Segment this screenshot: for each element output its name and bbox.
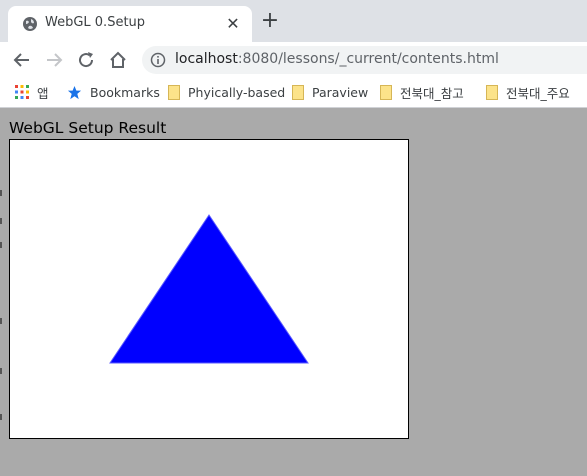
blue-triangle	[109, 214, 309, 364]
url-text[interactable]: localhost:8080/lessons/_current/contents…	[175, 51, 499, 67]
edge-mark	[0, 218, 2, 224]
tab-title: WebGL 0.Setup	[45, 15, 146, 30]
page-heading: WebGL Setup Result	[9, 119, 167, 137]
webgl-canvas	[9, 139, 409, 439]
url-host: localhost	[175, 51, 238, 67]
bookmark-apps[interactable]: 앱	[15, 82, 49, 102]
bookmark-label: Paraview	[312, 84, 369, 100]
bookmark-label: 전북대_주요	[506, 85, 570, 101]
info-icon[interactable]	[150, 52, 166, 68]
url-path: :8080/lessons/_current/contents.html	[237, 51, 499, 67]
bookmark-bookmarks[interactable]: Bookmarks	[67, 82, 160, 102]
apps-grid-icon	[15, 85, 29, 99]
forward-arrow-icon[interactable]	[44, 50, 64, 70]
folder-icon	[486, 84, 498, 100]
address-bar[interactable]: localhost:8080/lessons/_current/contents…	[142, 46, 587, 74]
globe-icon	[23, 17, 37, 31]
folder-icon	[380, 84, 392, 100]
bookmark-label: 전북대_참고	[400, 85, 464, 101]
reload-icon[interactable]	[76, 50, 96, 70]
folder-icon	[292, 84, 304, 100]
star-icon	[67, 85, 82, 99]
bookmarks-bar: 앱 Bookmarks Phyically-based Paraview 전북대…	[0, 78, 587, 108]
browser-toolbar: localhost:8080/lessons/_current/contents…	[0, 42, 587, 78]
new-tab-button[interactable]: +	[260, 10, 280, 32]
canvas-drawing	[109, 214, 309, 364]
bookmark-folder-jbnu-main[interactable]: 전북대_주요	[486, 82, 570, 102]
back-arrow-icon[interactable]	[12, 50, 32, 70]
bookmark-folder-paraview[interactable]: Paraview	[292, 82, 368, 102]
edge-mark	[0, 414, 2, 420]
tab-strip: WebGL 0.Setup ✕ +	[0, 0, 587, 42]
folder-icon	[168, 84, 180, 100]
bookmark-folder-phyically-based[interactable]: Phyically-based	[168, 82, 285, 102]
edge-mark	[0, 318, 2, 324]
bookmark-label: Bookmarks	[90, 84, 160, 100]
edge-mark	[0, 368, 2, 374]
browser-tab[interactable]: WebGL 0.Setup ✕	[8, 6, 252, 42]
close-tab-icon[interactable]: ✕	[224, 15, 242, 33]
bookmark-label: 앱	[37, 85, 49, 101]
home-icon[interactable]	[108, 50, 128, 70]
bookmark-label: Phyically-based	[188, 84, 286, 100]
edge-mark	[0, 190, 2, 196]
edge-mark	[0, 242, 2, 248]
bookmark-folder-jbnu-reference[interactable]: 전북대_참고	[380, 82, 464, 102]
